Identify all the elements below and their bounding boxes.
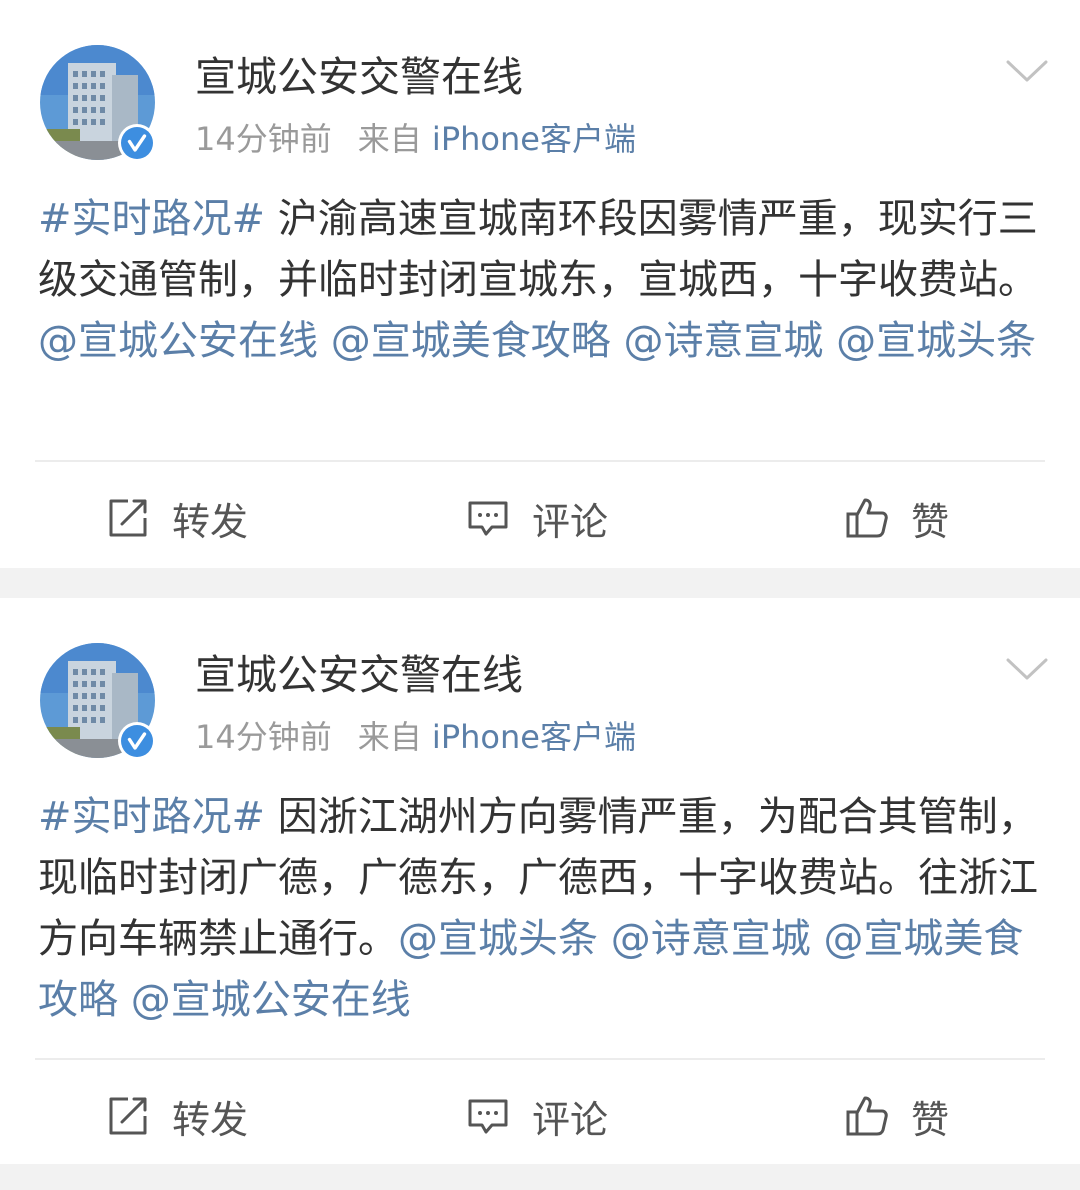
source-prefix: 来自 bbox=[357, 718, 422, 756]
comment-label: 评论 bbox=[532, 499, 609, 544]
repost-label: 转发 bbox=[172, 1097, 249, 1142]
verified-badge-icon bbox=[118, 124, 156, 162]
topic-link[interactable]: #实时路况# bbox=[38, 794, 265, 840]
post-meta: 14分钟前 来自 iPhone客户端 bbox=[195, 117, 636, 161]
comment-button[interactable]: 评论 bbox=[466, 1086, 608, 1146]
post-card: 宣城公安交警在线 14分钟前 来自 iPhone客户端 #实时路况# 因浙江湖州方… bbox=[0, 598, 1080, 1164]
like-button[interactable]: 赞 bbox=[845, 1086, 949, 1146]
post-meta: 14分钟前 来自 iPhone客户端 bbox=[195, 715, 636, 759]
repost-icon bbox=[109, 1097, 147, 1135]
post-time: 14分钟前 bbox=[195, 120, 332, 158]
post-text: #实时路况# 沪渝高速宣城南环段因雾情严重，现实行三级交通管制，并临时封闭宣城东… bbox=[38, 189, 1048, 372]
thumbs-up-icon bbox=[846, 498, 888, 538]
chevron-down-icon[interactable] bbox=[1004, 654, 1050, 684]
repost-icon bbox=[109, 499, 147, 537]
weibo-feed: 宣城公安交警在线 14分钟前 来自 iPhone客户端 #实时路况# 沪渝高速宣城… bbox=[0, 0, 1080, 1190]
mention-link[interactable]: @宣城公安在线 bbox=[38, 318, 318, 364]
comment-label: 评论 bbox=[532, 1097, 609, 1142]
verified-badge-icon bbox=[118, 722, 156, 760]
post-card: 宣城公安交警在线 14分钟前 来自 iPhone客户端 #实时路况# 沪渝高速宣城… bbox=[0, 0, 1080, 568]
post-time: 14分钟前 bbox=[195, 718, 332, 756]
mention-link[interactable]: @宣城美食攻略 bbox=[331, 318, 611, 364]
source-prefix: 来自 bbox=[357, 120, 422, 158]
chevron-down-icon[interactable] bbox=[1004, 56, 1050, 86]
mention-link[interactable]: @宣城头条 bbox=[836, 318, 1036, 364]
repost-label: 转发 bbox=[172, 499, 249, 544]
author-name[interactable]: 宣城公安交警在线 bbox=[195, 50, 523, 104]
like-label: 赞 bbox=[911, 1097, 950, 1142]
comment-button[interactable]: 评论 bbox=[466, 488, 608, 548]
thumbs-up-icon bbox=[846, 1096, 888, 1136]
mention-link[interactable]: @诗意宣城 bbox=[623, 318, 823, 364]
mention-link[interactable]: @诗意宣城 bbox=[611, 916, 811, 962]
comment-icon bbox=[468, 1099, 508, 1134]
like-button[interactable]: 赞 bbox=[845, 488, 949, 548]
repost-button[interactable]: 转发 bbox=[106, 488, 248, 548]
repost-button[interactable]: 转发 bbox=[106, 1086, 248, 1146]
like-label: 赞 bbox=[911, 499, 950, 544]
topic-link[interactable]: #实时路况# bbox=[38, 196, 265, 242]
author-name[interactable]: 宣城公安交警在线 bbox=[195, 648, 523, 702]
divider bbox=[35, 460, 1045, 462]
post-text: #实时路况# 因浙江湖州方向雾情严重，为配合其管制，现临时封闭广德，广德东，广德… bbox=[38, 787, 1048, 1031]
divider bbox=[35, 1058, 1045, 1060]
comment-icon bbox=[468, 501, 508, 536]
mention-link[interactable]: @宣城公安在线 bbox=[131, 977, 411, 1023]
source-link[interactable]: iPhone客户端 bbox=[432, 120, 636, 158]
mention-link[interactable]: @宣城头条 bbox=[398, 916, 598, 962]
source-link[interactable]: iPhone客户端 bbox=[432, 718, 636, 756]
